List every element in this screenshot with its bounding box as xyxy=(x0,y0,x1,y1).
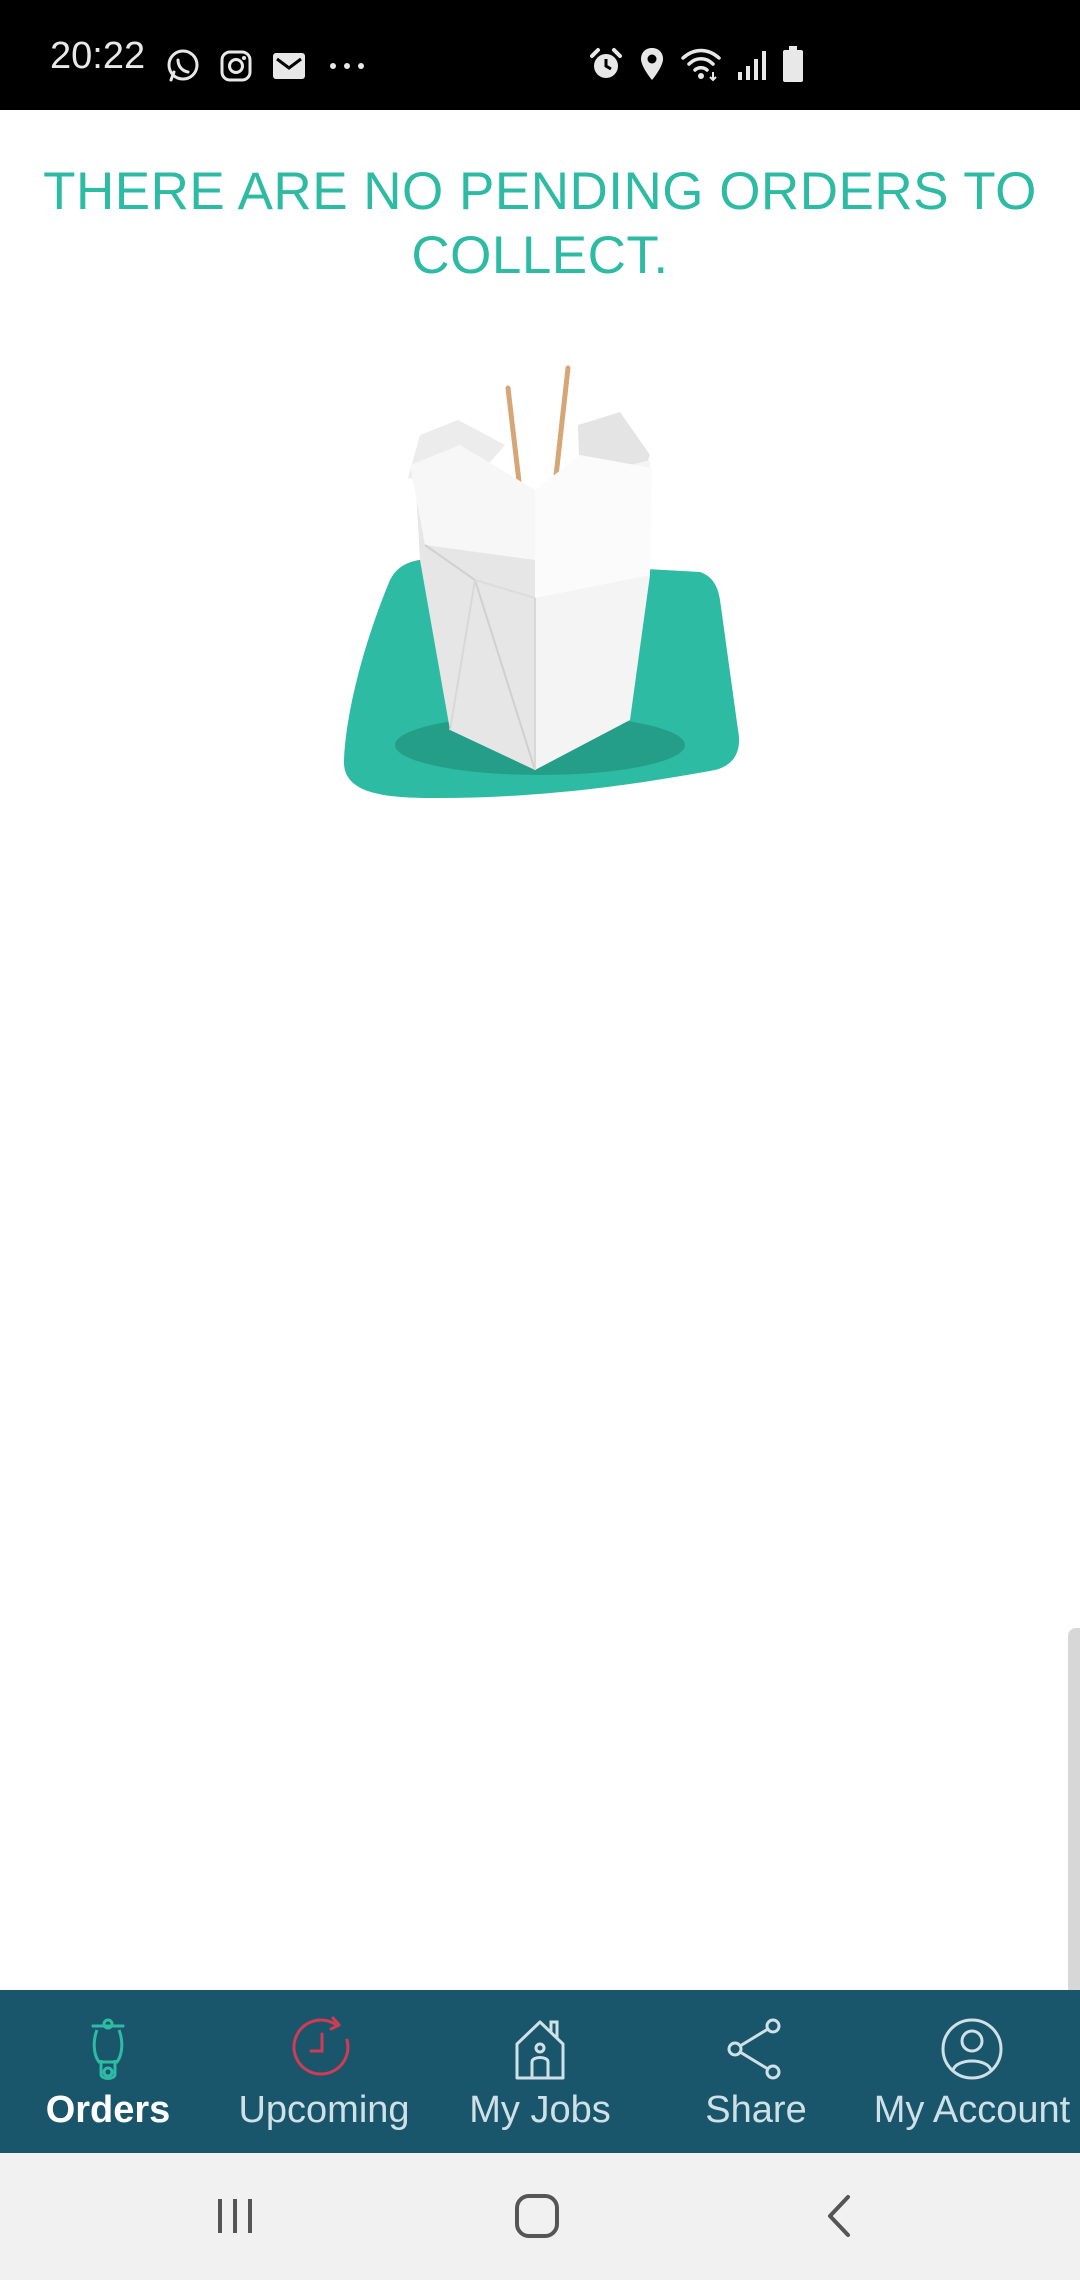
nav-my-jobs[interactable]: My Jobs xyxy=(432,1990,648,2153)
bottom-nav: Orders Upcoming My Jobs Share My Account xyxy=(0,1990,1080,2153)
empty-orders-message: THERE ARE NO PENDING ORDERS TO COLLECT. xyxy=(43,162,1037,285)
system-nav-bar xyxy=(0,2153,1080,2280)
wifi-icon xyxy=(680,46,722,82)
nav-orders[interactable]: Orders xyxy=(0,1990,216,2153)
app-screen: 20:22 THERE ARE NO PENDING ORDERS TO COL… xyxy=(0,0,1080,2280)
nav-my-account[interactable]: My Account xyxy=(864,1990,1080,2153)
whatsapp-icon xyxy=(165,48,201,84)
location-icon xyxy=(638,46,666,82)
more-dots-icon xyxy=(325,56,369,76)
share-icon xyxy=(721,2014,791,2084)
status-bar: 20:22 xyxy=(0,0,1080,110)
signal-icon xyxy=(736,46,768,82)
clock-icon xyxy=(289,2014,359,2084)
recent-apps-icon[interactable] xyxy=(200,2181,270,2251)
nav-label-upcoming: Upcoming xyxy=(238,2089,410,2131)
instagram-icon xyxy=(219,49,253,83)
nav-label-my-account: My Account xyxy=(873,2089,1071,2131)
nav-label-share: Share xyxy=(705,2089,807,2131)
nav-label-my-jobs: My Jobs xyxy=(469,2089,611,2131)
battery-icon xyxy=(782,45,804,83)
house-icon xyxy=(505,2014,575,2084)
nav-label-orders: Orders xyxy=(45,2089,171,2131)
status-time: 20:22 xyxy=(50,35,146,77)
takeout-box-illustration xyxy=(330,350,750,810)
status-left-icons xyxy=(165,46,369,86)
home-icon[interactable] xyxy=(502,2181,572,2251)
mail-icon xyxy=(271,50,307,82)
status-right-icons xyxy=(588,44,804,84)
scooter-icon xyxy=(73,2014,143,2084)
account-icon xyxy=(937,2014,1007,2084)
nav-share[interactable]: Share xyxy=(648,1990,864,2153)
nav-upcoming[interactable]: Upcoming xyxy=(216,1990,432,2153)
alarm-icon xyxy=(588,46,624,82)
back-icon[interactable] xyxy=(804,2181,874,2251)
